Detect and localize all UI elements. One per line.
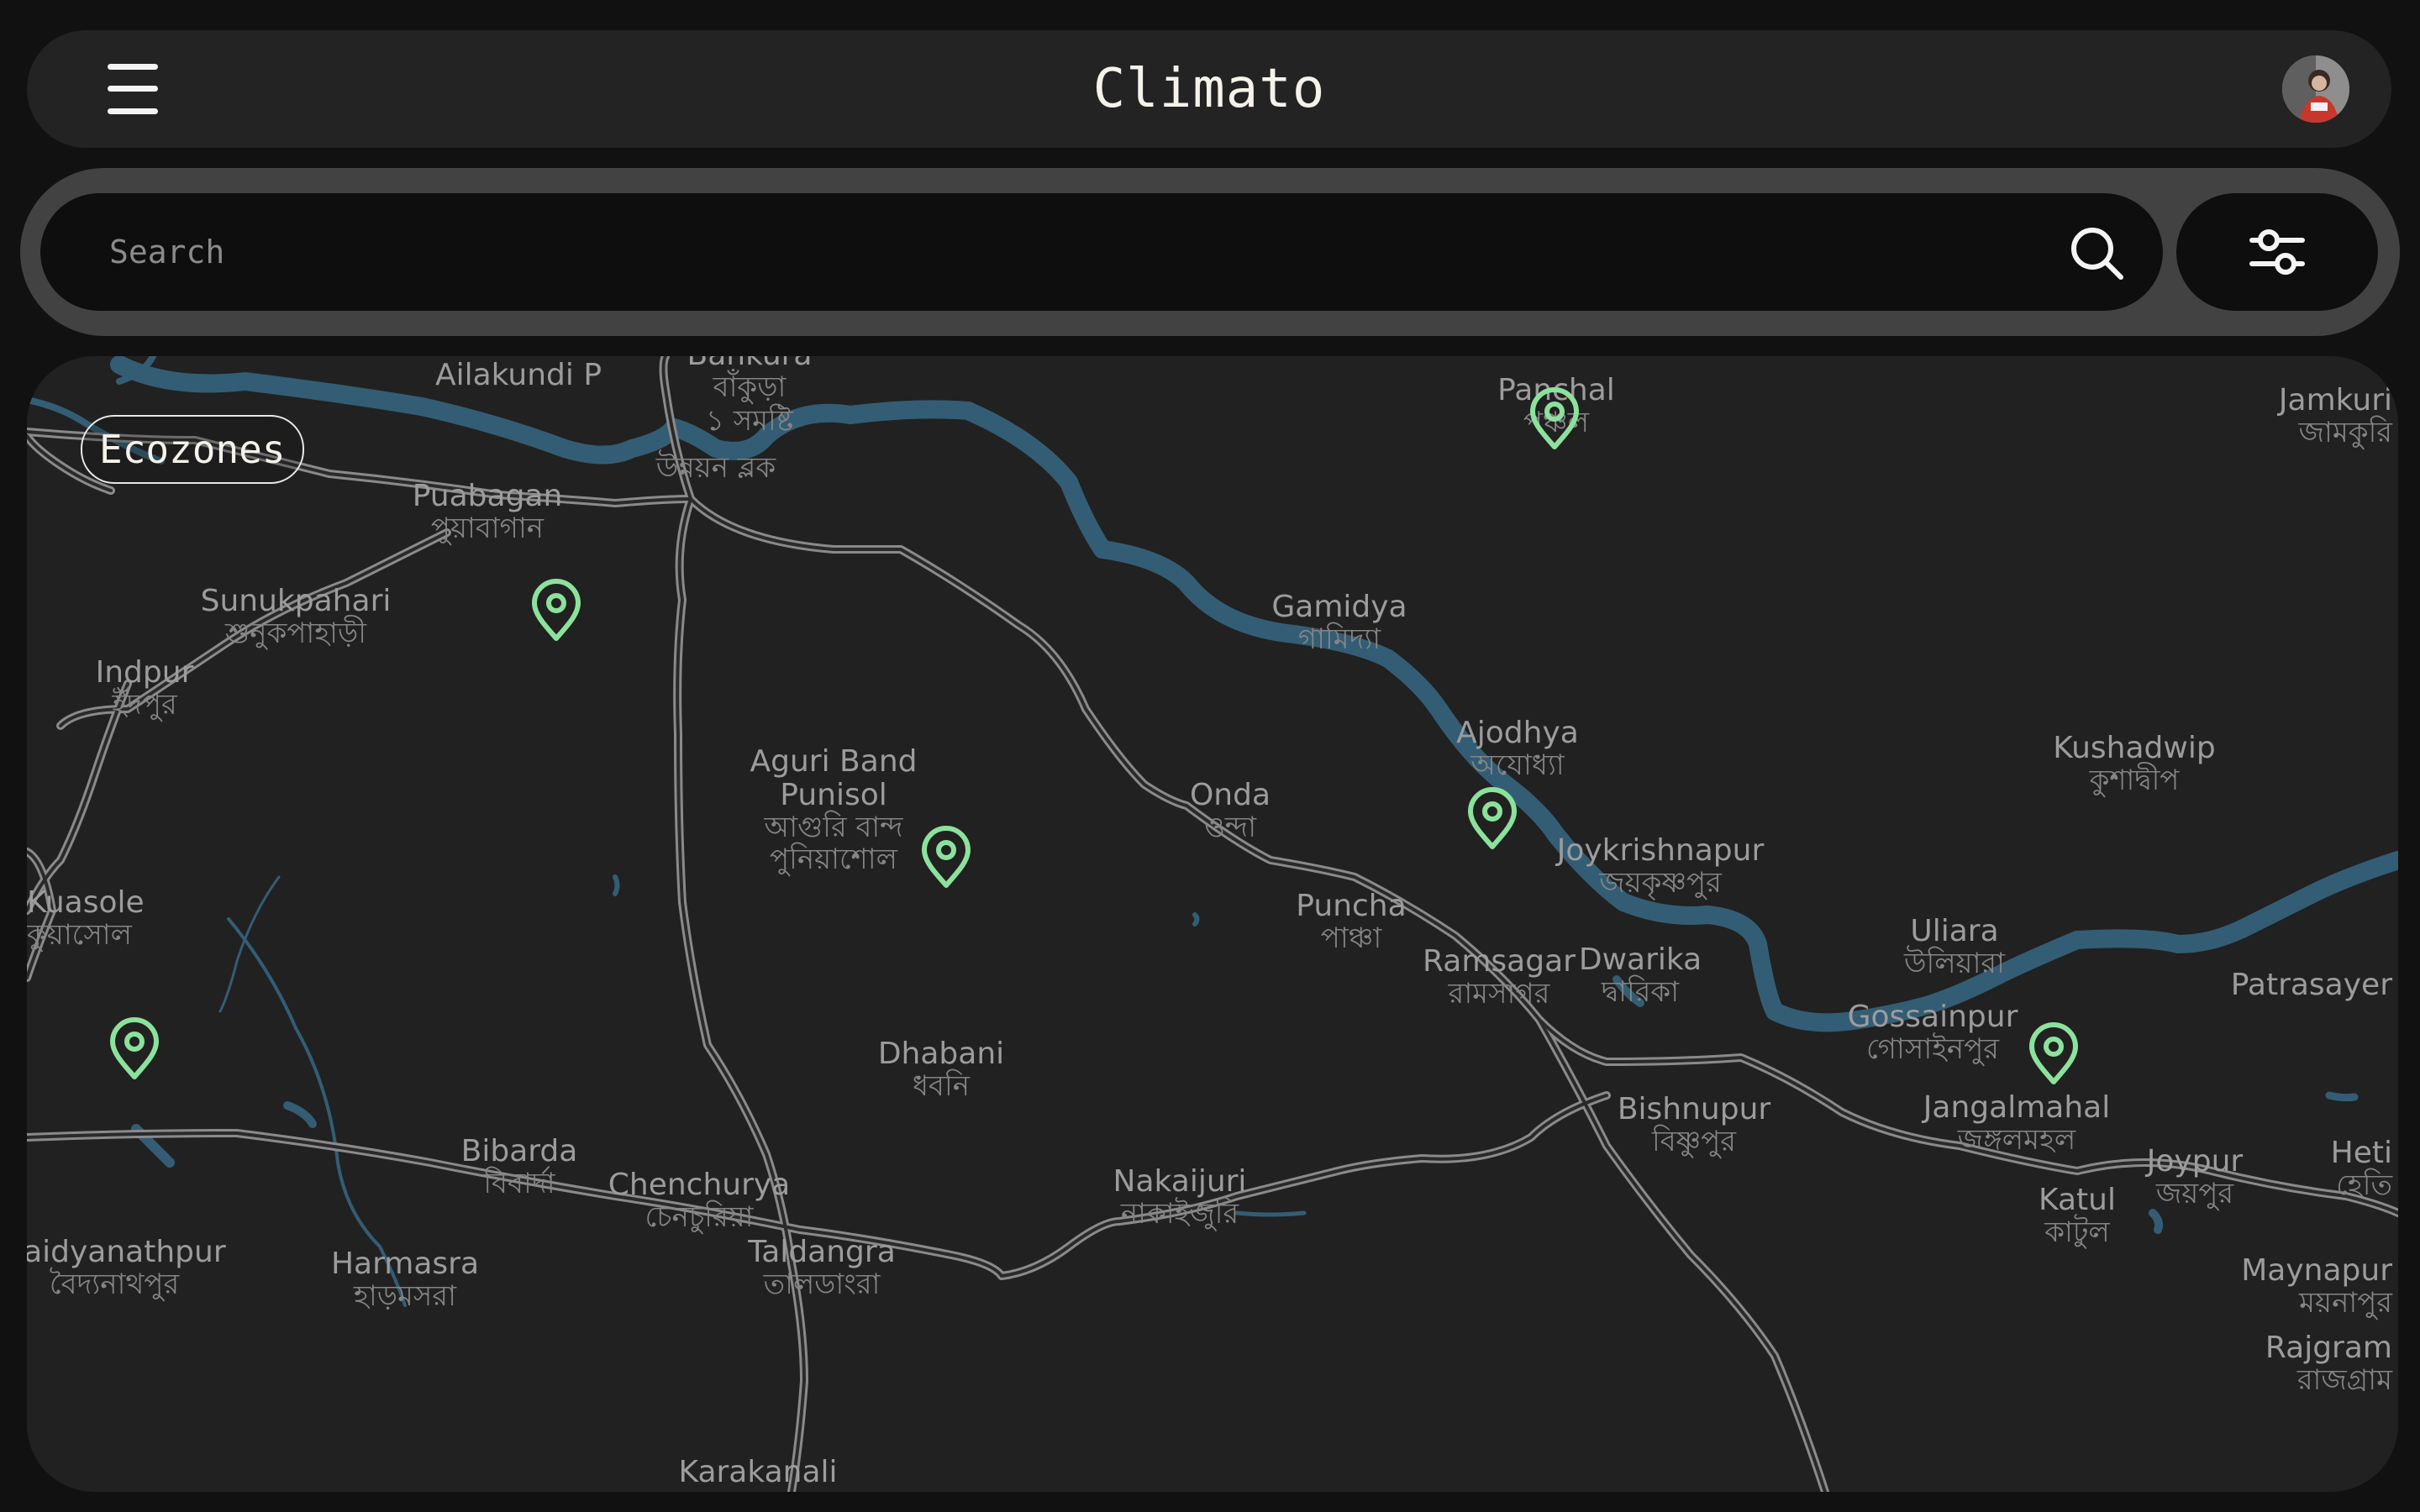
map-place-label: Katul <box>2039 1183 2116 1217</box>
map-place-label: জয়পুর <box>2155 1177 2235 1210</box>
map-place-label: আগুরি বান্দ <box>763 811 903 844</box>
map-place-label: Dhabani <box>878 1037 1004 1071</box>
sliders-icon <box>2249 229 2305 275</box>
map-place-label: কুয়াসোল <box>27 918 133 952</box>
map-place-label: বৈদ্যনাথপুর <box>50 1268 181 1301</box>
map-place-label: Punisol <box>780 778 887 812</box>
map-place-label: Heti <box>2331 1136 2392 1170</box>
map-place-label: Onda <box>1190 778 1270 812</box>
map-place-label: বিবার্দা <box>482 1166 555 1200</box>
map-place-label: গামিদ্যা <box>1298 622 1381 656</box>
map-place-label: ইঁদপুর <box>111 686 178 722</box>
map-place-label: বাঁকুড়া <box>713 369 787 404</box>
map-canvas[interactable]: Ailakundi PBankuraবাঁকুড়া১ সমষ্টিউন্নয়… <box>27 356 2398 1492</box>
map-place-label: Rajgram <box>2265 1331 2392 1365</box>
map-place-label: জামকুরি <box>2298 416 2394 449</box>
map-place-label: Aguri Band <box>750 744 918 779</box>
map-place-label: উন্নয়ন ব্লক <box>655 449 777 485</box>
app-root: Climato Search Ailakundi P বাঁকুড়া ১ সম… <box>0 0 2420 1512</box>
map-place-label: গোসাইনপুর <box>1866 1032 2000 1066</box>
map-place-label: Indpur <box>96 655 194 690</box>
map-place-label: Uliara <box>1910 914 1998 948</box>
map-place-label: Dwarika <box>1579 942 1702 977</box>
ecozones-chip[interactable]: Ecozones <box>81 415 304 484</box>
map-place-label: Patrasayer <box>2231 968 2392 1002</box>
map-place-label: Chenchurya <box>608 1168 791 1202</box>
map-place-label: জঙ্গলমহল <box>1957 1123 2076 1157</box>
map-place-label: Bishnupur <box>1618 1092 1771 1126</box>
map-place-label: Taldangra <box>747 1235 896 1269</box>
road-layer <box>27 356 2398 1492</box>
map-place-label: Joypur <box>2145 1144 2244 1179</box>
map-place-label: Kushadwip <box>2053 731 2215 765</box>
map-place-label: Harmasra <box>331 1247 479 1281</box>
map-place-label: চেনচুরিয়া <box>644 1200 754 1234</box>
map-place-label: Puabagan <box>413 479 563 513</box>
map-place-label: Jangalmahal <box>1922 1090 2110 1125</box>
map-place-label: Ajodhya <box>1456 716 1579 750</box>
map-pin-icon[interactable] <box>2029 1022 2078 1084</box>
map-place-label: দ্বারিকা <box>1601 975 1680 1009</box>
search-bar-container <box>20 168 2400 336</box>
map-place-label: উলিয়ারা <box>1903 945 2006 980</box>
top-app-bar: Climato <box>27 30 2391 148</box>
app-title: Climato <box>1092 58 1326 120</box>
map-place-label: নাকাইজুরি <box>1120 1197 1240 1231</box>
map-place-label: রাজগ্রাম <box>2296 1363 2393 1397</box>
map-place-label: হাড়মসরা <box>353 1279 457 1313</box>
search-box <box>40 193 2163 311</box>
map-place-label: Jamkuri <box>2277 383 2392 417</box>
map-place-label: ময়নাপুর <box>2298 1286 2393 1320</box>
map-pin-icon[interactable] <box>110 1017 159 1079</box>
map-place-label: কুশাদ্বীপ <box>2089 762 2181 797</box>
map-pin-icon[interactable] <box>922 826 971 888</box>
map-place-label: Puncha <box>1296 889 1406 923</box>
map-place-label: Karakanali <box>678 1455 837 1489</box>
map-place-label: রামসাগর <box>1448 977 1551 1011</box>
filter-button[interactable] <box>2176 193 2378 311</box>
search-icon[interactable] <box>2067 223 2128 284</box>
map-place-label: জয়কৃষ্ণপুর <box>1598 866 1723 900</box>
marker-layer <box>110 387 2078 1084</box>
avatar-image <box>2282 55 2349 123</box>
map-place-label: শুনুকপাহাড়ী <box>224 615 367 650</box>
map-place-label: Gossainpur <box>1848 1000 2018 1034</box>
road-inner-layer <box>27 356 2398 1492</box>
map-place-label: কাটুল <box>2044 1214 2110 1249</box>
map-place-label: Nakaijuri <box>1113 1164 1247 1199</box>
map-place-label: Ailakundi P <box>435 358 602 392</box>
map-place-label: হেতি <box>2336 1168 2392 1202</box>
map-place-label: পাঞ্চা <box>1321 921 1383 955</box>
map-place-label: Gamidya <box>1271 590 1407 624</box>
map-place-label: পুয়াবাগান <box>431 512 544 545</box>
map-place-label: অযোধ্যা <box>1470 748 1565 782</box>
map-place-label: পুনিয়াশোল <box>770 843 898 876</box>
map-place-label: Maynapur <box>2241 1253 2392 1288</box>
map-pin-icon[interactable] <box>1468 787 1517 849</box>
map-place-label: ধবনি <box>913 1069 971 1103</box>
map-place-label: ওন্দা <box>1204 811 1257 844</box>
map-place-label: Bibarda <box>461 1134 578 1168</box>
place-label-layer: Ailakundi PBankuraবাঁকুড়া১ সমষ্টিউন্নয়… <box>27 356 2393 1489</box>
map-pin-icon[interactable] <box>532 579 581 641</box>
map-place-label: Baidyanathpur <box>27 1235 226 1269</box>
map-place-label: বিষ্ণুপুর <box>1651 1125 1737 1158</box>
map-place-label: Kuasole <box>27 885 145 920</box>
map-place-label: ১ সমষ্টি <box>706 404 794 438</box>
search-input[interactable] <box>109 193 2025 311</box>
map-place-label: Sunukpahari <box>201 584 392 618</box>
map-place-label: Joykrishnapur <box>1555 833 1765 868</box>
map-place-label: Ramsagar <box>1423 944 1576 979</box>
avatar[interactable] <box>2282 55 2349 123</box>
map-view[interactable]: Ailakundi PBankuraবাঁকুড়া১ সমষ্টিউন্নয়… <box>27 356 2398 1492</box>
map-place-label: তালডাংরা <box>763 1268 881 1301</box>
